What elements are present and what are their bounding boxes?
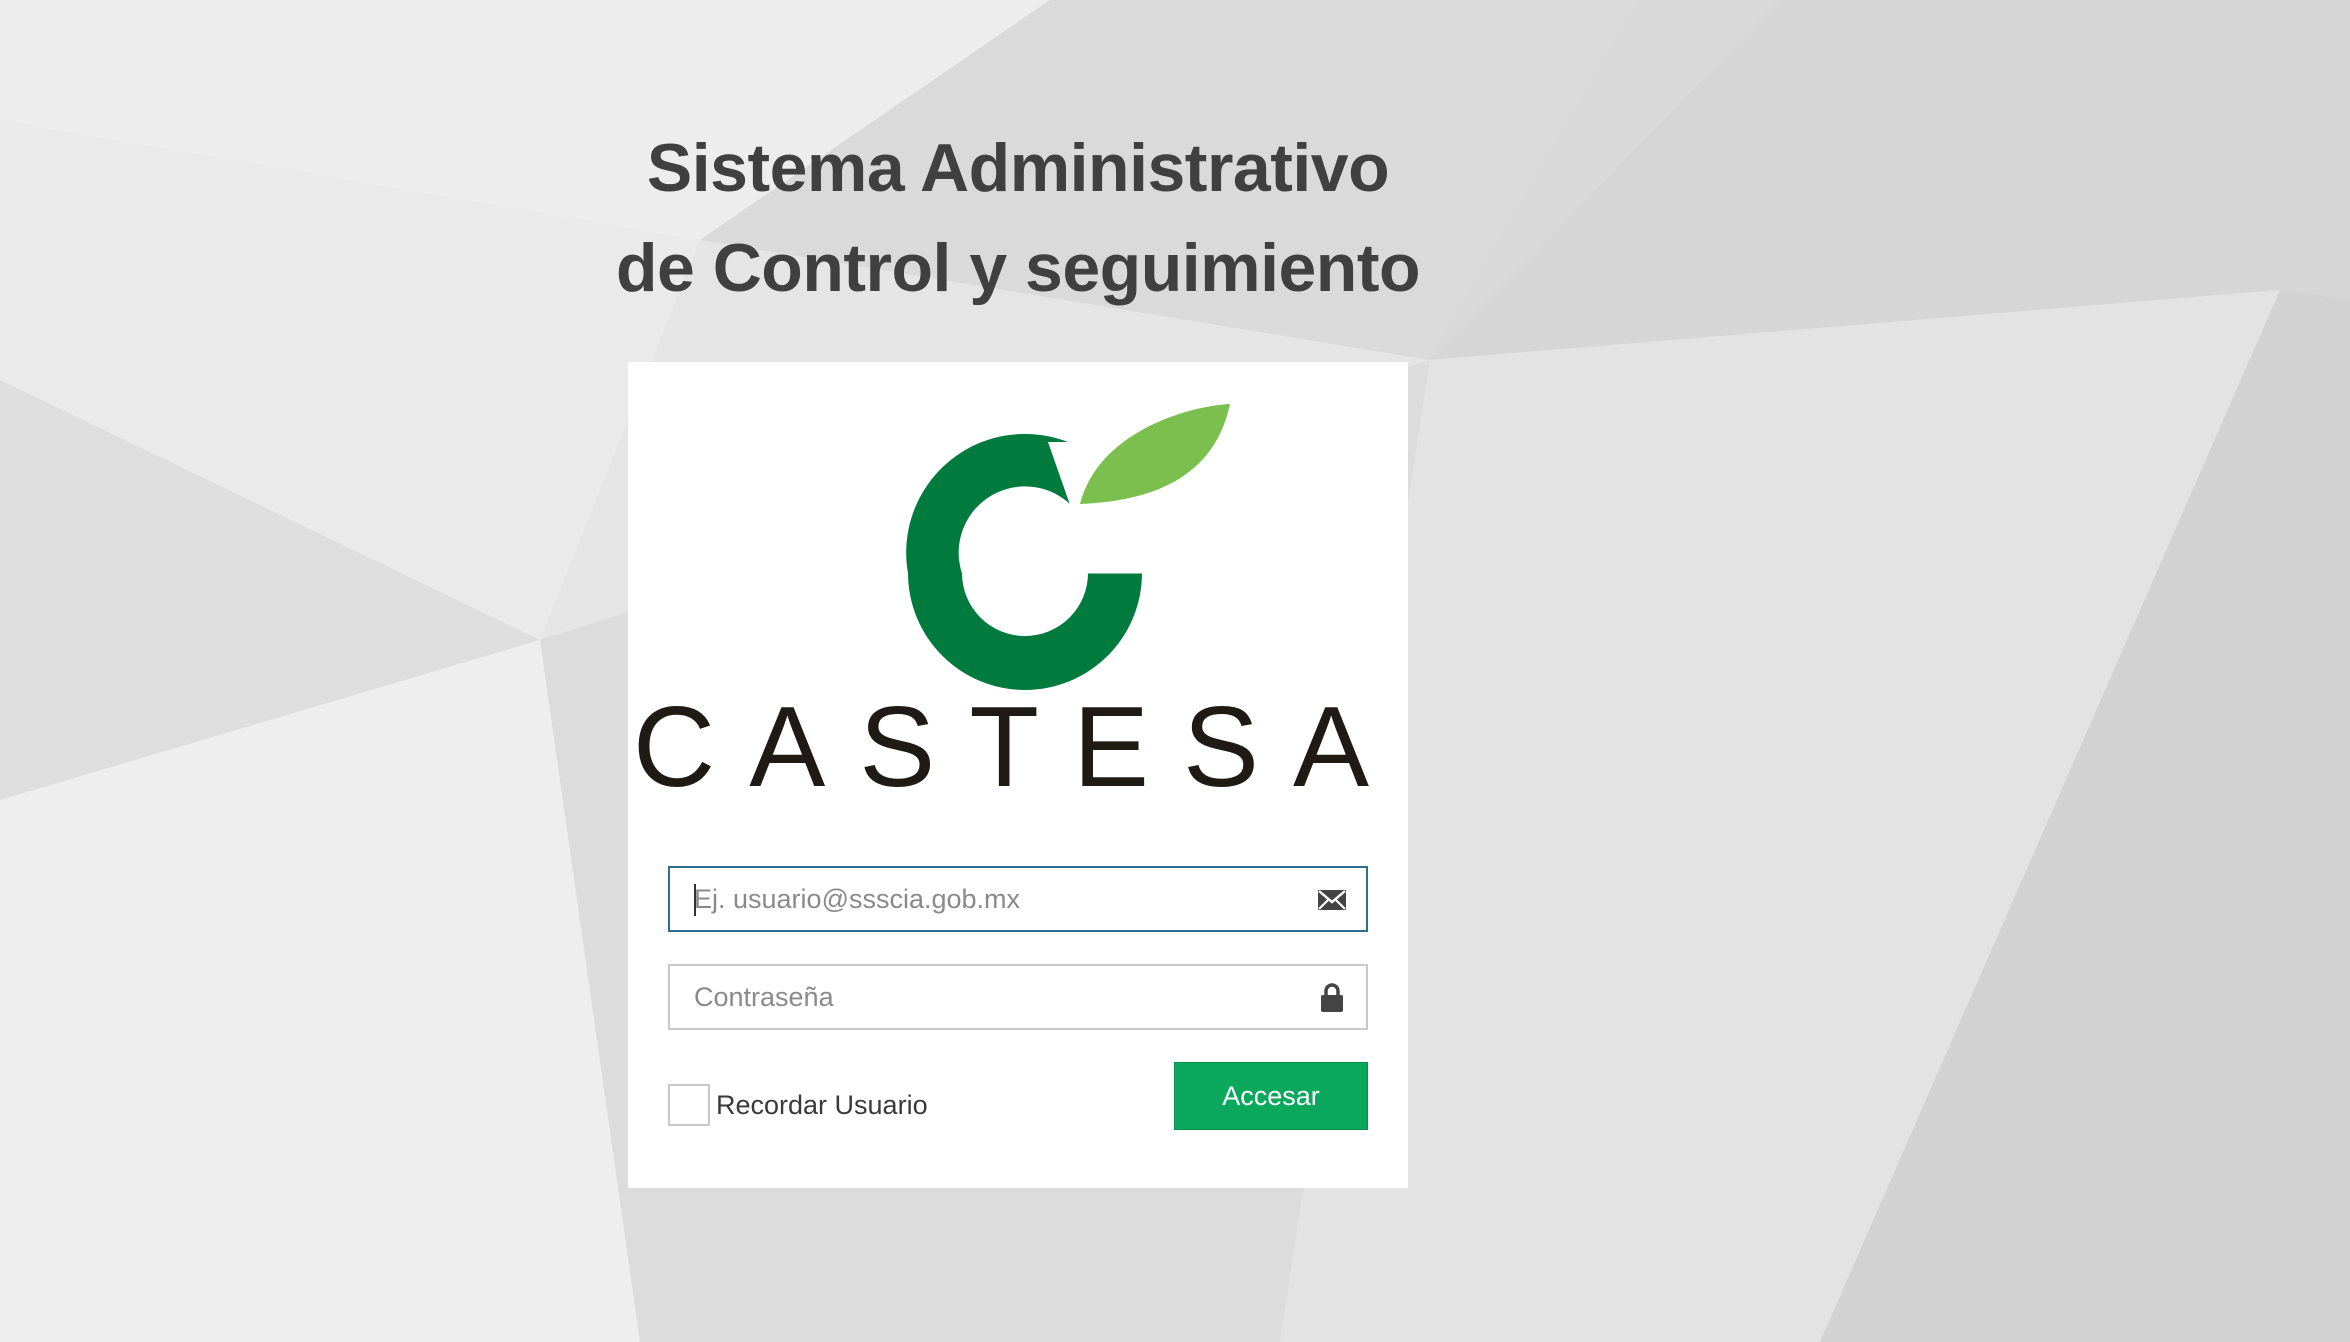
password-input[interactable]	[670, 966, 1290, 1028]
castesa-logo: CASTESA	[633, 404, 1403, 811]
login-button[interactable]: Accesar	[1174, 1062, 1368, 1130]
text-cursor	[694, 884, 696, 916]
lock-icon	[1321, 983, 1343, 1012]
logo-text: CASTESA	[633, 684, 1403, 811]
page-title: Sistema Administrativo de Control y segu…	[0, 118, 2036, 318]
password-field-wrapper	[668, 964, 1368, 1030]
login-card: CASTESA Recordar Usuario Accesar	[628, 362, 1408, 1188]
email-field-wrapper	[668, 866, 1368, 932]
envelope-icon	[1318, 890, 1346, 910]
page-title-line-2: de Control y seguimiento	[615, 230, 1421, 306]
remember-user: Recordar Usuario	[668, 1082, 928, 1128]
email-input[interactable]	[670, 868, 1290, 930]
page-title-line-1: Sistema Administrativo	[646, 130, 1390, 206]
remember-user-checkbox[interactable]	[668, 1084, 710, 1126]
remember-user-label[interactable]: Recordar Usuario	[716, 1090, 928, 1121]
